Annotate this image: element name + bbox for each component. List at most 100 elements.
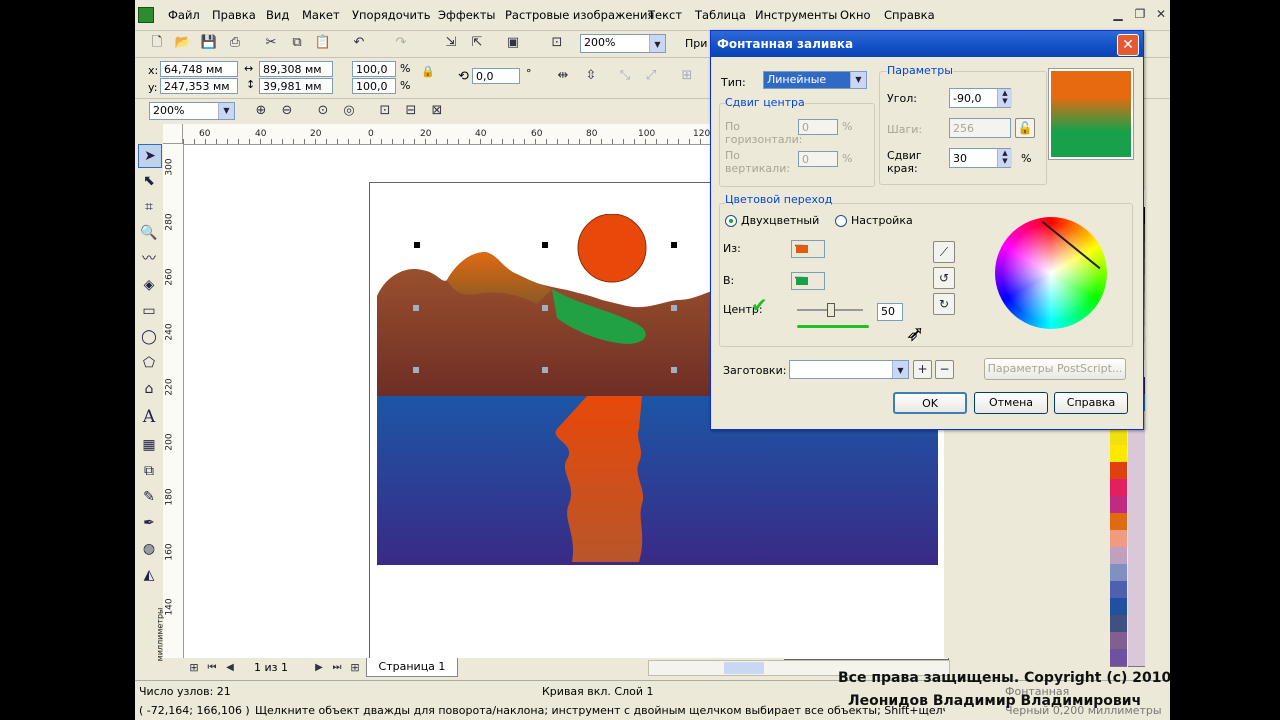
next-page-icon[interactable]: ▶	[309, 658, 329, 678]
new-icon[interactable]: 🗋	[147, 33, 167, 53]
color-swatch[interactable]	[1110, 564, 1127, 582]
color-swatch[interactable]	[1110, 496, 1127, 514]
color-swatch[interactable]	[1110, 581, 1127, 599]
scale-height-field[interactable]: 100,0	[352, 78, 396, 94]
color-swatch[interactable]	[1110, 632, 1127, 650]
two-color-radio[interactable]	[725, 215, 737, 227]
zoom-level-combo[interactable]: 200% ▼	[149, 102, 235, 120]
color-swatch[interactable]	[1128, 581, 1145, 599]
import-icon[interactable]: ⇲	[441, 33, 461, 53]
add-page-end-icon[interactable]: ⊞	[345, 658, 365, 678]
ruler-origin[interactable]	[163, 124, 183, 144]
add-preset-icon[interactable]: +	[913, 360, 932, 379]
color-swatch[interactable]	[1128, 428, 1145, 446]
slider-thumb[interactable]	[827, 303, 835, 317]
minimize-icon[interactable]: ▁	[1110, 6, 1126, 22]
angle-spinner[interactable]: ▲ ▼	[997, 89, 1012, 107]
polygon-tool-icon[interactable]: ⬠	[138, 352, 160, 374]
color-swatch[interactable]	[1128, 598, 1145, 616]
menu-edit[interactable]: Правка	[212, 8, 256, 22]
node-tool-icon-2[interactable]: ⤢	[641, 66, 661, 86]
table-tool-icon[interactable]: ▦	[138, 434, 160, 456]
smart-fill-icon[interactable]: ◈	[138, 274, 160, 296]
color-swatch[interactable]	[1110, 445, 1127, 463]
menu-effects[interactable]: Эффекты	[438, 8, 496, 22]
color-swatch[interactable]	[1128, 615, 1145, 633]
steps-field[interactable]: 256	[949, 118, 1011, 138]
add-page-icon[interactable]: ⊞	[184, 658, 204, 678]
center-field[interactable]: 50	[877, 303, 903, 321]
chevron-down-icon[interactable]: ▼	[892, 361, 908, 378]
interactive-tool-icon[interactable]: ⧉	[138, 460, 160, 482]
ccw-blend-icon[interactable]: ↺	[933, 267, 955, 289]
interactive-fill-icon[interactable]: ◭	[138, 564, 160, 586]
node-tool-icon[interactable]: ⤡	[615, 66, 635, 86]
cw-blend-icon[interactable]: ↻	[933, 293, 955, 315]
pick-tool-icon[interactable]: ➤	[138, 144, 162, 168]
paste-icon[interactable]: 📋	[313, 33, 333, 53]
app-launcher-icon[interactable]: ▣	[503, 33, 523, 53]
chevron-down-icon[interactable]: ▼	[218, 103, 234, 119]
copy-icon[interactable]: ⧉	[287, 33, 307, 53]
zoom-height-icon[interactable]: ⊠	[427, 101, 447, 121]
presets-select[interactable]: ▼	[789, 360, 909, 379]
menu-table[interactable]: Таблица	[695, 8, 746, 22]
rotation-field[interactable]: 0,0	[472, 68, 520, 84]
vertical-offset-field[interactable]: 0	[798, 151, 838, 167]
outline-tool-icon[interactable]: ✒	[138, 512, 160, 534]
zoom-width-icon[interactable]: ⊟	[401, 101, 421, 121]
color-swatch[interactable]	[1110, 530, 1127, 548]
color-swatch[interactable]	[1110, 598, 1127, 616]
tab-page-1[interactable]: Страница 1	[366, 658, 458, 677]
zoom-page-icon[interactable]: ⊡	[375, 101, 395, 121]
steps-lock-icon[interactable]: 🔓	[1015, 118, 1035, 138]
color-swatch[interactable]	[1110, 479, 1127, 497]
color-swatch[interactable]	[1110, 462, 1127, 480]
zoom-combo[interactable]: 200% ▼	[580, 34, 666, 53]
redo-icon[interactable]: ↷	[391, 33, 411, 53]
zoom-all-icon[interactable]: ◎	[339, 101, 359, 121]
color-swatch[interactable]	[1128, 479, 1145, 497]
from-color-picker[interactable]: ▼	[791, 240, 825, 258]
prev-page-icon[interactable]: ◀	[220, 658, 240, 678]
color-swatch[interactable]	[1128, 462, 1145, 480]
undo-icon[interactable]: ↶	[349, 33, 369, 53]
ellipse-tool-icon[interactable]: ◯	[138, 326, 160, 348]
color-wheel[interactable]	[995, 217, 1107, 329]
eyedropper-tool-icon[interactable]: ✎	[138, 486, 160, 508]
app-icon[interactable]	[138, 7, 154, 23]
to-color-picker[interactable]: ▼	[791, 272, 825, 290]
menu-view[interactable]: Вид	[266, 8, 289, 22]
zoom-tool-icon[interactable]: 🔍	[138, 222, 160, 244]
cancel-button[interactable]: Отмена	[974, 392, 1048, 414]
restore-icon[interactable]: ❐	[1132, 6, 1148, 22]
ok-button[interactable]: OK	[893, 392, 967, 414]
save-icon[interactable]: 💾	[199, 33, 219, 53]
fill-type-select[interactable]: Линейные ▼	[763, 71, 867, 89]
chevron-down-icon[interactable]: ▼	[850, 72, 866, 88]
scale-width-field[interactable]: 100,0	[352, 61, 396, 77]
open-icon[interactable]: 📂	[173, 33, 193, 53]
first-page-icon[interactable]: ⏮	[202, 658, 222, 678]
chevron-down-icon[interactable]: ▼	[649, 35, 665, 52]
freehand-tool-icon[interactable]: 〰	[138, 248, 160, 270]
menu-text[interactable]: Текст	[648, 8, 682, 22]
crop-tool-icon[interactable]: ⌗	[138, 196, 160, 218]
export-icon[interactable]: ⇱	[467, 33, 487, 53]
color-swatch[interactable]	[1128, 547, 1145, 565]
dialog-close-icon[interactable]: ✕	[1117, 34, 1139, 56]
color-swatch[interactable]	[1110, 428, 1127, 446]
basic-shapes-icon[interactable]: ⌂	[138, 378, 160, 400]
print-icon[interactable]: ⎙	[225, 33, 245, 53]
height-field[interactable]: 39,981 мм	[259, 78, 333, 94]
menu-layout[interactable]: Макет	[302, 8, 340, 22]
color-swatch[interactable]	[1128, 564, 1145, 582]
cut-icon[interactable]: ✂	[261, 33, 281, 53]
rectangle-tool-icon[interactable]: ▭	[138, 300, 160, 322]
zoom-in-icon[interactable]: ⊕	[251, 101, 271, 121]
mirror-h-icon[interactable]: ⇹	[553, 66, 573, 86]
remove-preset-icon[interactable]: −	[935, 360, 954, 379]
direct-blend-icon[interactable]: ⟋	[933, 241, 955, 263]
zoom-out-icon[interactable]: ⊖	[277, 101, 297, 121]
vertical-ruler[interactable]: 300 280 260 240 220 200 180 160 140 милл…	[155, 144, 184, 661]
